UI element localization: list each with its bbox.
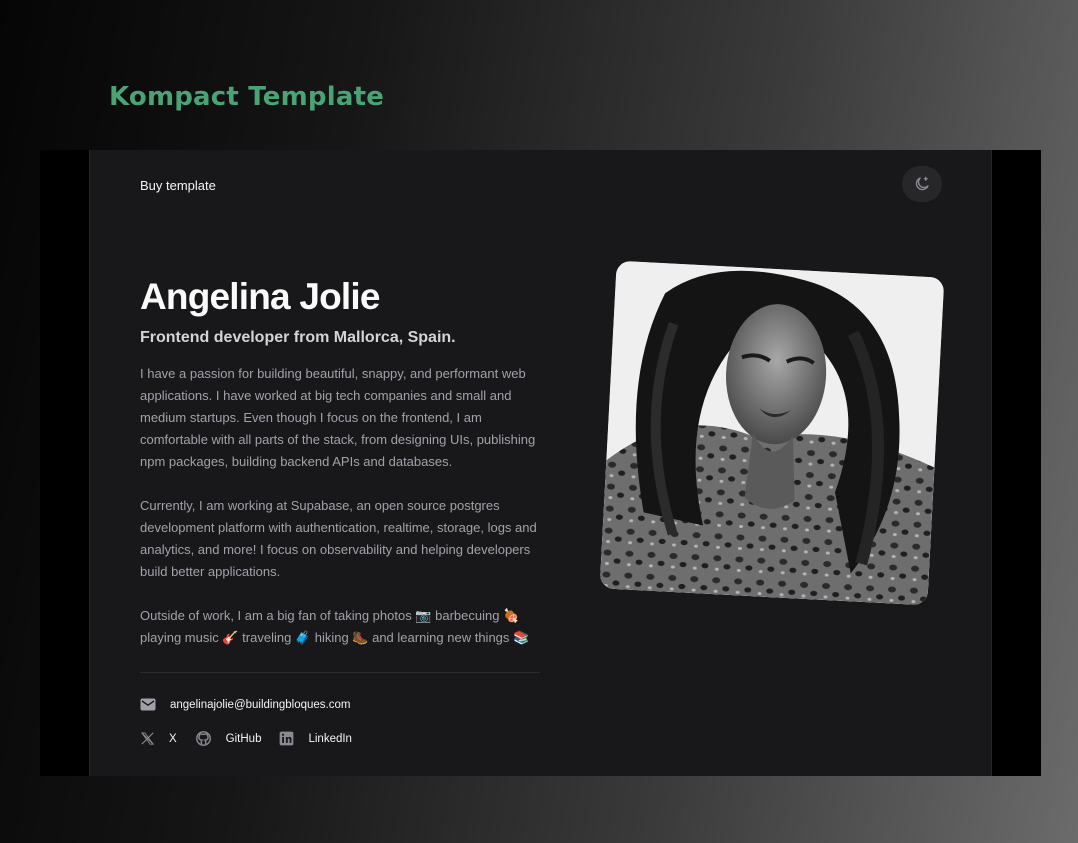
page-title: Kompact Template [109,82,385,112]
bio-paragraph: Currently, I am working at Supabase, an … [140,498,537,579]
x-link[interactable]: X [169,733,177,745]
profile-photo [599,260,945,606]
browser-frame: Buy template Angelina Jolie Frontend dev… [40,150,1041,776]
social-links: X GitHub LinkedIn [140,730,370,747]
linkedin-icon[interactable] [279,731,294,746]
buy-template-link[interactable]: Buy template [140,178,216,193]
contact-row: angelinajolie@buildingbloques.com [140,698,350,711]
portfolio-site: Buy template Angelina Jolie Frontend dev… [89,150,992,776]
moon-sparkle-icon [913,175,931,193]
bio-paragraph: Outside of work, I am a big fan of takin… [140,608,530,645]
github-icon[interactable] [195,730,212,747]
email-link[interactable]: angelinajolie@buildingbloques.com [170,699,350,711]
profile-tagline: Frontend developer from Mallorca, Spain. [140,329,456,346]
profile-bio: I have a passion for building beautiful,… [140,363,542,671]
divider [140,672,540,673]
theme-toggle-button[interactable] [902,166,942,202]
bio-paragraph: I have a passion for building beautiful,… [140,366,536,469]
profile-name: Angelina Jolie [140,276,380,317]
linkedin-link[interactable]: LinkedIn [308,733,351,745]
github-link[interactable]: GitHub [226,733,262,745]
mail-icon [140,698,156,711]
x-icon[interactable] [140,731,155,746]
